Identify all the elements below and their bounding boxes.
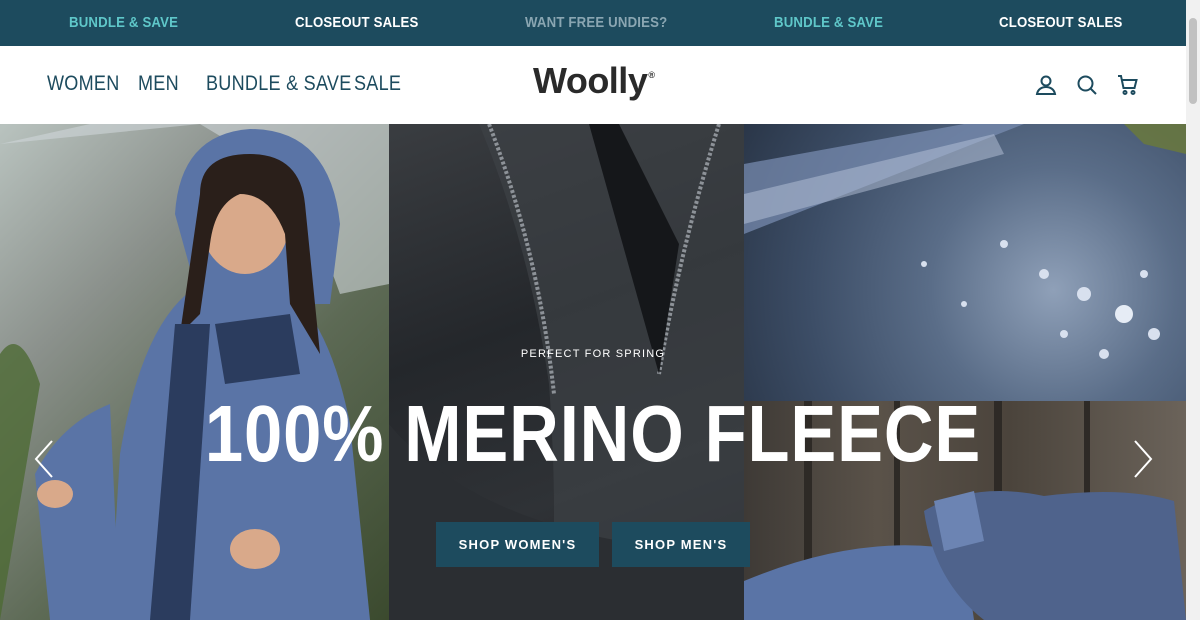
site-header: WOMEN MEN BUNDLE & SAVE SALE Woolly® <box>0 46 1186 124</box>
account-icon[interactable] <box>1034 73 1058 97</box>
announcement-closeout-sales-link[interactable]: CLOSEOUT SALES <box>295 0 418 46</box>
logo-text: Woolly <box>533 60 648 101</box>
scrollbar-thumb[interactable] <box>1189 18 1197 104</box>
announcement-closeout-sales-link-2[interactable]: CLOSEOUT SALES <box>999 0 1122 46</box>
hero-eyebrow: PERFECT FOR SPRING <box>520 348 666 360</box>
announcement-free-undies-link[interactable]: WANT FREE UNDIES? <box>525 0 667 46</box>
carousel-next-arrow-icon[interactable] <box>1131 439 1155 479</box>
nav-men[interactable]: MEN <box>138 72 179 96</box>
shop-womens-button[interactable]: SHOP WOMEN'S <box>436 522 599 567</box>
carousel-prev-arrow-icon[interactable] <box>32 439 56 479</box>
announcement-bar: BUNDLE & SAVE CLOSEOUT SALES WANT FREE U… <box>0 0 1186 46</box>
page-scrollbar[interactable] <box>1186 0 1200 620</box>
announcement-bundle-save-link[interactable]: BUNDLE & SAVE <box>69 0 178 46</box>
cart-icon[interactable] <box>1116 73 1140 97</box>
nav-bundle-save[interactable]: BUNDLE & SAVE <box>206 72 352 96</box>
hero-title: 100% MERINO FLEECE <box>204 389 982 478</box>
nav-sale[interactable]: SALE <box>354 72 401 96</box>
hero-image-woman-hoodie <box>0 124 389 620</box>
site-logo[interactable]: Woolly® <box>533 60 655 102</box>
logo-registered-mark: ® <box>648 70 655 80</box>
hero-banner: PERFECT FOR SPRING 100% MERINO FLEECE SH… <box>0 124 1186 620</box>
nav-women[interactable]: WOMEN <box>47 72 120 96</box>
announcement-bundle-save-link-2[interactable]: BUNDLE & SAVE <box>774 0 883 46</box>
search-icon[interactable] <box>1075 73 1099 97</box>
shop-mens-button[interactable]: SHOP MEN'S <box>612 522 750 567</box>
